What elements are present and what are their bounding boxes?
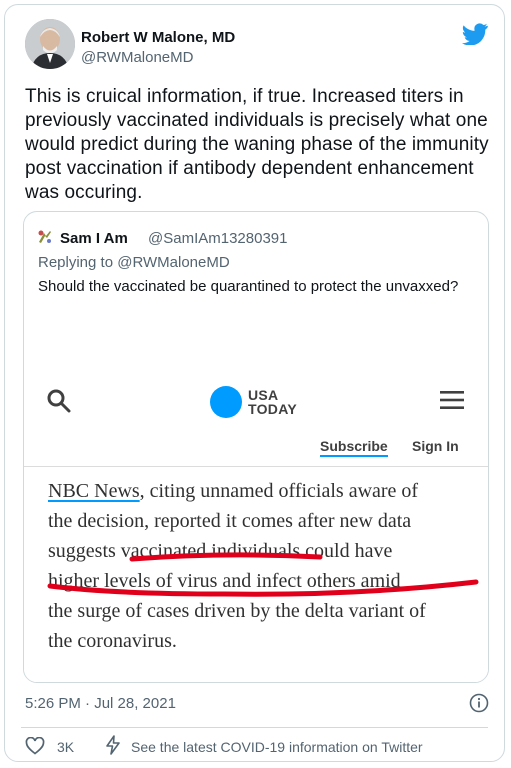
- article-line-6: the coronavirus.: [48, 630, 177, 652]
- article-line-4: higher levels of virus and infect others…: [48, 570, 401, 592]
- quoted-tweet[interactable]: Sam I Am @SamIAm13280391 Replying to @RW…: [23, 211, 489, 683]
- quoted-author-handle[interactable]: @SamIAm13280391: [148, 230, 287, 247]
- tweet-text: This is cruical information, if true. In…: [25, 86, 489, 203]
- menu-icon: [440, 391, 464, 409]
- article-line-1-rest: , citing unnamed officials aware of: [139, 480, 419, 502]
- article-line-3: suggests vaccinated individuals could ha…: [48, 540, 393, 562]
- quoted-avatar-icon: [38, 230, 51, 243]
- quoted-author-name[interactable]: Sam I Am: [60, 230, 128, 247]
- nbc-news-link: NBC News: [48, 480, 140, 502]
- usa-today-logo-line2: TODAY: [248, 401, 297, 417]
- tweet-card: Robert W Malone, MD @RWMaloneMD This is …: [4, 4, 505, 762]
- search-icon: [47, 389, 71, 413]
- header-divider: [24, 466, 488, 467]
- attached-screenshot[interactable]: USA TODAY Subscribe Sign In NBC News, ci…: [24, 364, 489, 683]
- usa-today-logo-dot: [210, 386, 242, 418]
- action-divider: [21, 727, 488, 728]
- usa-today-logo-line1: USA: [248, 387, 279, 403]
- author-handle[interactable]: @RWMaloneMD: [81, 49, 193, 66]
- screenshot-edge: [488, 364, 489, 683]
- article-line-1: NBC News, citing unnamed officials aware…: [48, 476, 478, 506]
- article-line-2: the decision, reported it comes after ne…: [48, 510, 412, 532]
- info-icon[interactable]: [469, 693, 489, 713]
- heart-icon[interactable]: [25, 737, 45, 755]
- subscribe-link: Subscribe: [320, 438, 388, 457]
- covid-info-link[interactable]: See the latest COVID-19 information on T…: [131, 739, 423, 755]
- replying-to-text: Replying to @RWMaloneMD: [38, 254, 230, 271]
- sign-in-link: Sign In: [412, 438, 459, 454]
- author-name[interactable]: Robert W Malone, MD: [81, 29, 235, 46]
- article-excerpt: NBC News, citing unnamed officials aware…: [48, 476, 478, 656]
- article-line-5: the surge of cases driven by the delta v…: [48, 600, 426, 622]
- author-avatar[interactable]: [25, 19, 75, 69]
- tweet-timestamp[interactable]: 5:26 PM · Jul 28, 2021: [25, 695, 176, 712]
- bolt-icon[interactable]: [105, 735, 121, 755]
- quoted-tweet-text: Should the vaccinated be quarantined to …: [38, 278, 459, 295]
- like-count[interactable]: 3K: [57, 739, 74, 755]
- usa-today-logo-text: USA TODAY: [248, 388, 297, 416]
- twitter-bird-icon[interactable]: [462, 23, 488, 45]
